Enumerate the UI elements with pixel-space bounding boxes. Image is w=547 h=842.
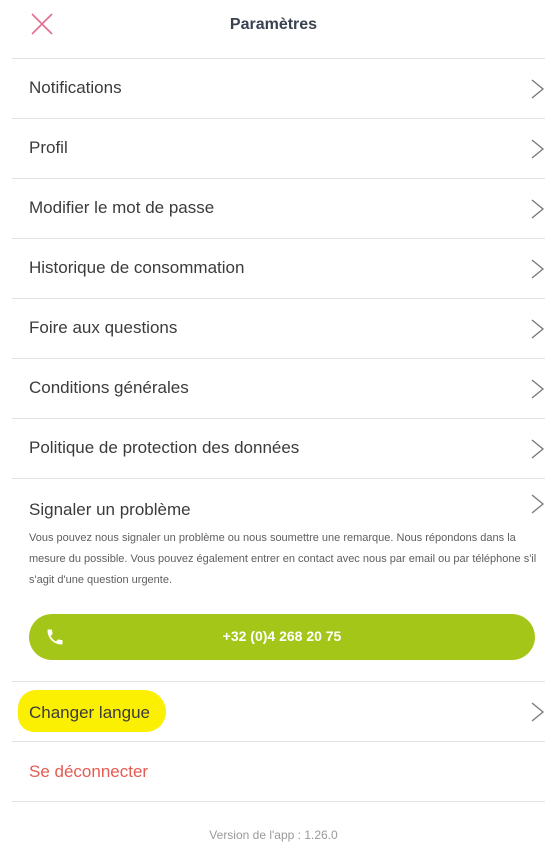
- menu-item-faq[interactable]: Foire aux questions: [12, 298, 545, 358]
- logout-label: Se déconnecter: [29, 762, 149, 781]
- menu-item-label: Politique de protection des données: [29, 438, 300, 457]
- chevron-right-icon: [531, 319, 545, 339]
- app-version: Version de l'app : 1.26.0: [209, 828, 338, 842]
- menu-item-label: Foire aux questions: [29, 318, 178, 337]
- chevron-right-icon: [531, 702, 545, 722]
- menu-item-profile[interactable]: Profil: [12, 118, 545, 178]
- menu-item-label: Changer langue: [29, 703, 150, 722]
- menu-item-privacy-policy[interactable]: Politique de protection des données: [12, 418, 545, 478]
- phone-number: +32 (0)4 268 20 75: [222, 628, 342, 644]
- menu-item-label: Historique de consommation: [29, 258, 245, 277]
- menu-item-label: Modifier le mot de passe: [29, 198, 215, 217]
- logout-button[interactable]: Se déconnecter: [12, 741, 545, 802]
- settings-menu: Notifications Profil Modifier le mot de …: [0, 58, 547, 802]
- chevron-right-icon: [531, 259, 545, 279]
- chevron-right-icon: [531, 79, 545, 99]
- chevron-right-icon: [531, 379, 545, 399]
- call-support-button[interactable]: +32 (0)4 268 20 75: [29, 614, 535, 660]
- report-problem-title[interactable]: Signaler un problème: [29, 500, 191, 520]
- menu-item-label: Notifications: [29, 78, 122, 97]
- menu-item-label: Profil: [29, 138, 68, 157]
- chevron-right-icon: [531, 139, 545, 159]
- header: Paramètres: [0, 0, 547, 58]
- chevron-right-icon: [531, 199, 545, 219]
- report-problem-description: Vous pouvez nous signaler un problème ou…: [29, 532, 537, 586]
- menu-item-terms[interactable]: Conditions générales: [12, 358, 545, 418]
- menu-item-change-language[interactable]: Changer langue: [12, 681, 545, 741]
- menu-item-label: Conditions générales: [29, 378, 189, 397]
- report-problem-section: Signaler un problème Vous pouvez nous si…: [12, 478, 545, 681]
- menu-item-notifications[interactable]: Notifications: [12, 58, 545, 118]
- menu-item-change-password[interactable]: Modifier le mot de passe: [12, 178, 545, 238]
- menu-item-consumption-history[interactable]: Historique de consommation: [12, 238, 545, 298]
- chevron-right-icon: [531, 439, 545, 459]
- chevron-right-icon[interactable]: [531, 494, 545, 514]
- page-title: Paramètres: [229, 16, 318, 33]
